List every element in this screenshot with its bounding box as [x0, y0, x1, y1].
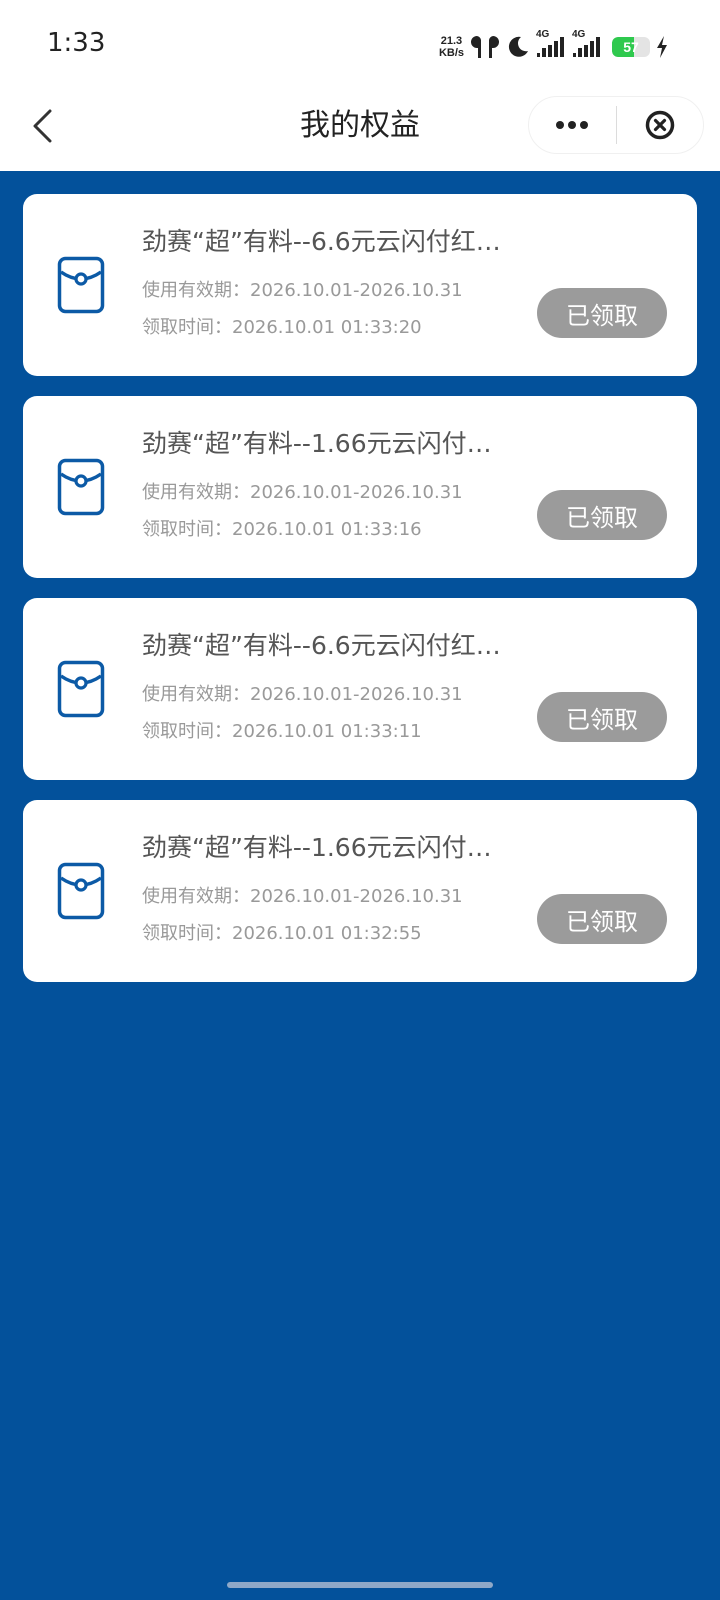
signal-strength-2: 4G — [572, 29, 602, 61]
home-indicator[interactable] — [227, 1582, 493, 1588]
claimed-label: 领取时间： — [142, 923, 232, 944]
benefit-card[interactable]: 劲赛“超”有料--6.6元云闪付红… 使用有效期：2026.10.01-2026… — [23, 194, 697, 376]
red-envelope-icon — [57, 458, 105, 516]
claimed-status-button[interactable]: 已领取 — [537, 490, 667, 540]
battery-level: 57 — [623, 39, 639, 55]
close-button[interactable] — [617, 97, 704, 153]
red-envelope-icon — [57, 256, 105, 314]
header: 1:33 21.3 KB/s 4G 4G 57 我的权益 — [0, 0, 720, 171]
benefit-claimed-time: 领取时间：2026.10.01 01:32:55 — [142, 921, 422, 947]
red-envelope-icon — [57, 862, 105, 920]
benefit-validity: 使用有效期：2026.10.01-2026.10.31 — [142, 884, 463, 910]
claimed-label: 领取时间： — [142, 519, 232, 540]
validity-label: 使用有效期： — [142, 482, 250, 503]
validity-value: 2026.10.01-2026.10.31 — [250, 886, 463, 907]
close-circle-icon — [645, 110, 674, 140]
claimed-status-button[interactable]: 已领取 — [537, 692, 667, 742]
signal-2-label: 4G — [572, 29, 586, 40]
status-time: 1:33 — [47, 28, 106, 58]
benefit-claimed-time: 领取时间：2026.10.01 01:33:16 — [142, 517, 422, 543]
validity-value: 2026.10.01-2026.10.31 — [250, 482, 463, 503]
network-speed: 21.3 KB/s — [439, 35, 464, 59]
mini-program-capsule — [528, 96, 704, 154]
claimed-value: 2026.10.01 01:32:55 — [232, 923, 422, 944]
claimed-value: 2026.10.01 01:33:11 — [232, 721, 422, 742]
more-button[interactable] — [529, 97, 616, 153]
benefit-title: 劲赛“超”有料--6.6元云闪付红… — [142, 227, 501, 256]
claimed-value: 2026.10.01 01:33:20 — [232, 317, 422, 338]
validity-label: 使用有效期： — [142, 684, 250, 705]
charging-icon — [657, 36, 667, 58]
validity-label: 使用有效期： — [142, 280, 250, 301]
signal-1-label: 4G — [536, 29, 550, 40]
claimed-status-button[interactable]: 已领取 — [537, 288, 667, 338]
claimed-status-button[interactable]: 已领取 — [537, 894, 667, 944]
status-icons: 21.3 KB/s 4G 4G 57 — [439, 29, 668, 64]
benefit-claimed-time: 领取时间：2026.10.01 01:33:11 — [142, 719, 422, 745]
earbuds-icon — [471, 36, 499, 58]
benefit-title: 劲赛“超”有料--1.66元云闪付… — [142, 833, 492, 862]
benefit-card[interactable]: 劲赛“超”有料--1.66元云闪付… 使用有效期：2026.10.01-2026… — [23, 800, 697, 982]
claimed-value: 2026.10.01 01:33:16 — [232, 519, 422, 540]
navigation-bar: 我的权益 — [0, 92, 720, 171]
validity-value: 2026.10.01-2026.10.31 — [250, 684, 463, 705]
benefit-list: 劲赛“超”有料--6.6元云闪付红… 使用有效期：2026.10.01-2026… — [23, 194, 697, 1002]
more-dots-icon — [556, 121, 589, 129]
network-speed-value: 21.3 — [440, 35, 463, 47]
validity-value: 2026.10.01-2026.10.31 — [250, 280, 463, 301]
benefit-validity: 使用有效期：2026.10.01-2026.10.31 — [142, 480, 463, 506]
benefit-title: 劲赛“超”有料--6.6元云闪付红… — [142, 631, 501, 660]
claimed-label: 领取时间： — [142, 721, 232, 742]
benefit-title: 劲赛“超”有料--1.66元云闪付… — [142, 429, 492, 458]
benefit-card[interactable]: 劲赛“超”有料--1.66元云闪付… 使用有效期：2026.10.01-2026… — [23, 396, 697, 578]
benefit-card[interactable]: 劲赛“超”有料--6.6元云闪付红… 使用有效期：2026.10.01-2026… — [23, 598, 697, 780]
benefit-validity: 使用有效期：2026.10.01-2026.10.31 — [142, 278, 463, 304]
claimed-label: 领取时间： — [142, 317, 232, 338]
network-speed-unit: KB/s — [438, 47, 464, 59]
benefit-validity: 使用有效期：2026.10.01-2026.10.31 — [142, 682, 463, 708]
status-bar: 1:33 21.3 KB/s 4G 4G 57 — [0, 0, 720, 92]
signal-strength-1: 4G — [536, 29, 566, 61]
battery-icon: 57 — [612, 37, 650, 57]
validity-label: 使用有效期： — [142, 886, 250, 907]
moon-icon — [508, 36, 528, 57]
benefit-claimed-time: 领取时间：2026.10.01 01:33:20 — [142, 315, 422, 341]
red-envelope-icon — [57, 660, 105, 718]
